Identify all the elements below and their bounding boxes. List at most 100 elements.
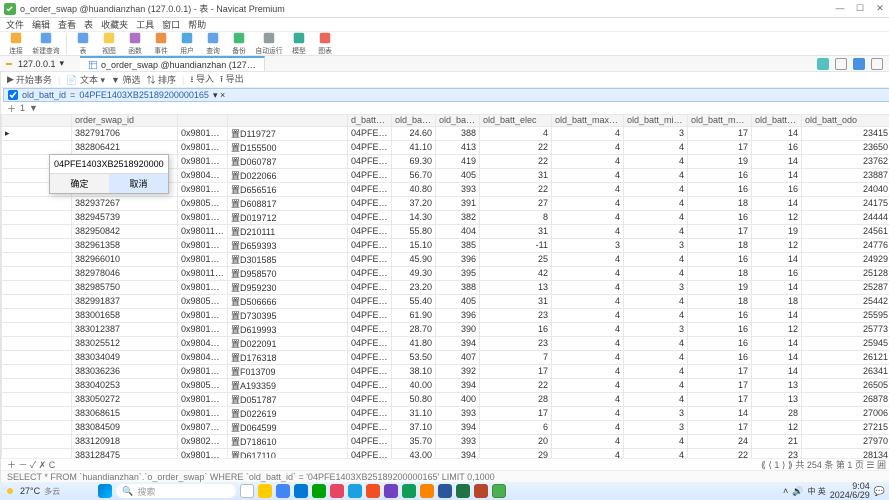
- cell[interactable]: 388: [436, 280, 480, 294]
- table-row[interactable]: 3829457390x98012020234242000x9807置D01971…: [2, 210, 889, 224]
- cell[interactable]: 18: [752, 294, 802, 308]
- cell[interactable]: 13: [752, 392, 802, 406]
- menu-文件[interactable]: 文件: [6, 18, 24, 31]
- cell[interactable]: 383040253: [72, 378, 178, 392]
- view-mode-3[interactable]: [853, 58, 865, 70]
- cell[interactable]: 50.80: [392, 392, 436, 406]
- cell[interactable]: 4: [624, 196, 688, 210]
- cell[interactable]: 置A193359: [228, 378, 348, 392]
- cell[interactable]: -11: [480, 238, 552, 252]
- tray-ime[interactable]: 中 英: [808, 486, 826, 497]
- weather-widget[interactable]: [4, 485, 16, 497]
- menu-表[interactable]: 表: [84, 18, 93, 31]
- cell[interactable]: 24.60: [392, 126, 436, 140]
- cell[interactable]: 0x9801202349590000x9805: [178, 364, 228, 378]
- cell[interactable]: 16: [688, 336, 752, 350]
- cell[interactable]: 4: [624, 308, 688, 322]
- cell[interactable]: 24175: [802, 196, 889, 210]
- cell[interactable]: 16: [688, 182, 752, 196]
- cell[interactable]: 4: [624, 336, 688, 350]
- cell[interactable]: 置D959230: [228, 280, 348, 294]
- cell[interactable]: 7: [480, 350, 552, 364]
- cell[interactable]: 31.10: [392, 406, 436, 420]
- cell[interactable]: 392: [436, 364, 480, 378]
- cell[interactable]: 4: [624, 294, 688, 308]
- col-order_swap_id[interactable]: order_swap_id: [72, 115, 178, 127]
- tray-chevron[interactable]: ˄: [783, 486, 788, 496]
- cell[interactable]: 407: [436, 350, 480, 364]
- app-icon-2[interactable]: [348, 484, 362, 498]
- cell[interactable]: 8: [480, 210, 552, 224]
- cell[interactable]: 19: [688, 280, 752, 294]
- cell[interactable]: 04PFE1403XB25189200000165: [348, 378, 392, 392]
- cell[interactable]: 25945: [802, 336, 889, 350]
- excel-icon[interactable]: [456, 484, 470, 498]
- menu-窗口[interactable]: 窗口: [162, 18, 180, 31]
- row-marker[interactable]: [2, 448, 72, 458]
- cell[interactable]: 382966010: [72, 252, 178, 266]
- cell[interactable]: 12: [752, 322, 802, 336]
- cell[interactable]: 4: [624, 168, 688, 182]
- cell[interactable]: 置D176318: [228, 350, 348, 364]
- cell[interactable]: 28134: [802, 448, 889, 458]
- cell[interactable]: 14.30: [392, 210, 436, 224]
- cell[interactable]: 41.10: [392, 140, 436, 154]
- menu-工具[interactable]: 工具: [136, 18, 154, 31]
- cell[interactable]: 置D155500: [228, 140, 348, 154]
- row-marker[interactable]: [2, 322, 72, 336]
- table-row[interactable]: 3830402530x9805201292043940x9803置A193359…: [2, 378, 889, 392]
- cell[interactable]: 4: [624, 392, 688, 406]
- cell[interactable]: 395: [436, 266, 480, 280]
- col-old_batt_elec[interactable]: old_batt_elec: [480, 115, 552, 127]
- begin-transaction-button[interactable]: ▶ 开始事务: [7, 73, 52, 86]
- table-row[interactable]: 3831284750x9801200230580210x9801置D617110…: [2, 448, 889, 458]
- cell[interactable]: 14: [752, 168, 802, 182]
- cell[interactable]: 置D051787: [228, 392, 348, 406]
- cell[interactable]: 3: [552, 238, 624, 252]
- cell[interactable]: 382: [436, 210, 480, 224]
- cell[interactable]: 0x98012020234339081:c0x9801: [178, 154, 228, 168]
- row-marker[interactable]: [2, 210, 72, 224]
- cell[interactable]: 04PFE1403XB25189200000165: [348, 294, 392, 308]
- cell[interactable]: 13: [752, 378, 802, 392]
- row-marker[interactable]: [2, 434, 72, 448]
- cell[interactable]: 置D617110: [228, 448, 348, 458]
- app-icon-6[interactable]: [420, 484, 434, 498]
- row-marker[interactable]: [2, 308, 72, 322]
- cell[interactable]: 22: [480, 182, 552, 196]
- cell[interactable]: 4: [552, 196, 624, 210]
- cell[interactable]: 04PFE1403XB25189200000165: [348, 210, 392, 224]
- cell[interactable]: 0x98012020304180000x9801: [178, 126, 228, 140]
- cell[interactable]: 04PFE1403XB25189200000165: [348, 280, 392, 294]
- cell[interactable]: 14: [752, 154, 802, 168]
- cell[interactable]: 置D210111: [228, 224, 348, 238]
- value-edit-input[interactable]: [50, 155, 168, 173]
- cell[interactable]: 382991837: [72, 294, 178, 308]
- cell[interactable]: 置F013709: [228, 364, 348, 378]
- cell[interactable]: 0x9804202304172050x9804: [178, 350, 228, 364]
- toolbar-连接[interactable]: 连接: [4, 31, 28, 57]
- row-marker[interactable]: [2, 364, 72, 378]
- view-mode-1[interactable]: [817, 58, 829, 70]
- cell[interactable]: 19: [688, 154, 752, 168]
- cell[interactable]: 04PFE1403XB25189200000165: [348, 224, 392, 238]
- cell[interactable]: 3: [624, 280, 688, 294]
- cell[interactable]: 17: [688, 224, 752, 238]
- cell[interactable]: 3: [624, 126, 688, 140]
- cell[interactable]: 24776: [802, 238, 889, 252]
- task-view-button[interactable]: [240, 484, 254, 498]
- cell[interactable]: 396: [436, 252, 480, 266]
- taskbar-search[interactable]: 🔍 搜索: [116, 484, 236, 498]
- cell[interactable]: 置D019712: [228, 210, 348, 224]
- table-row[interactable]: 3831209180x9802012030324710x9803置D718610…: [2, 434, 889, 448]
- cell[interactable]: 61.90: [392, 308, 436, 322]
- cell[interactable]: 27006: [802, 406, 889, 420]
- cell[interactable]: 12: [752, 238, 802, 252]
- cell[interactable]: 置D022619: [228, 406, 348, 420]
- cell[interactable]: 4: [624, 364, 688, 378]
- cell[interactable]: 382961358: [72, 238, 178, 252]
- value-edit-cancel-button[interactable]: 取消: [109, 174, 168, 193]
- table-row[interactable]: 3829613580x9801202302085a:0x9801置D659393…: [2, 238, 889, 252]
- cell[interactable]: 23762: [802, 154, 889, 168]
- cell[interactable]: 4: [552, 322, 624, 336]
